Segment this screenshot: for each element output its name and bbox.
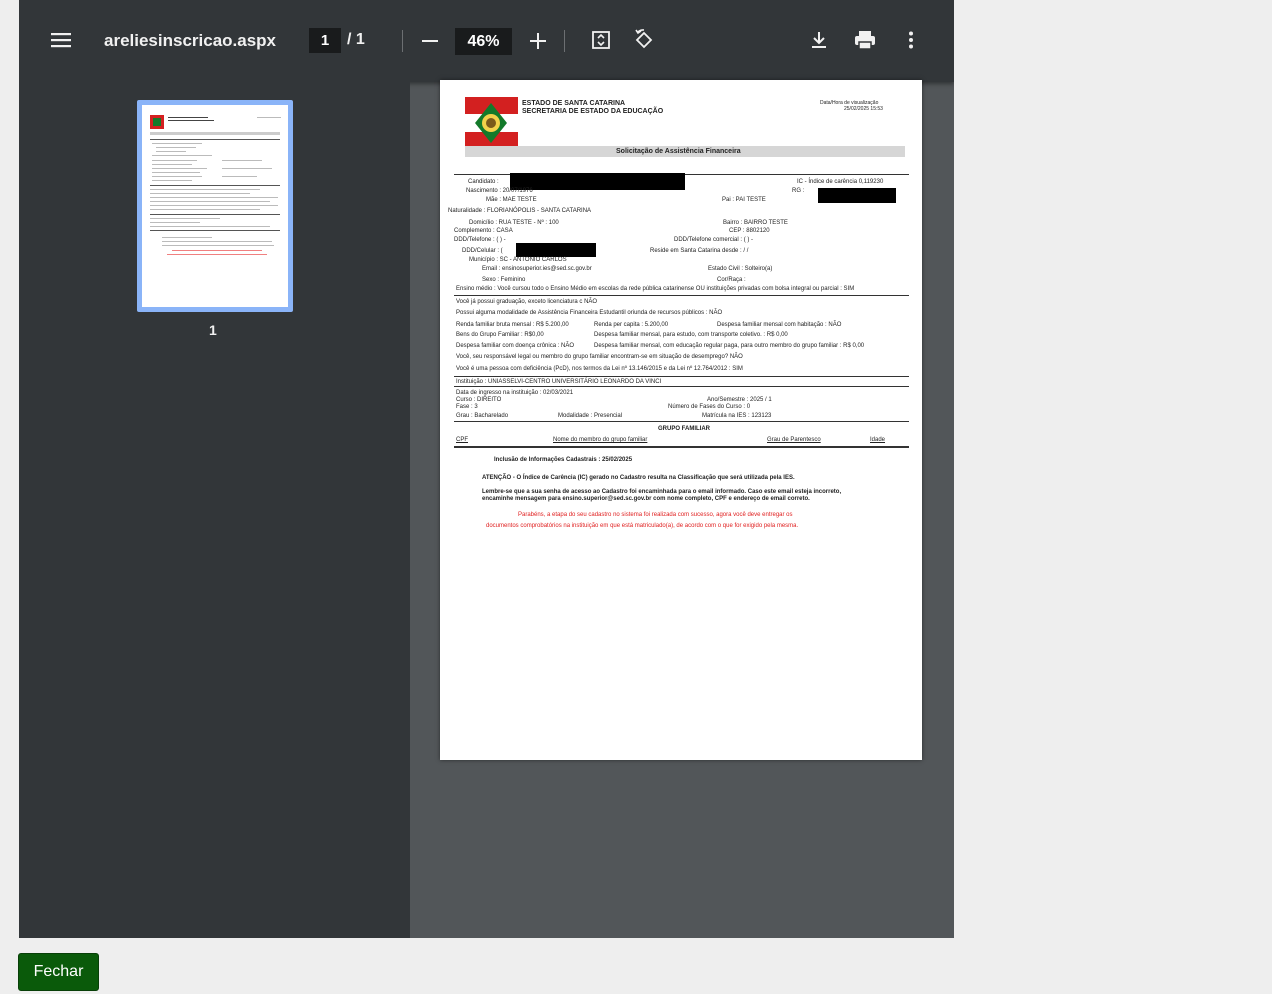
file-name: areliesinscricao.aspx — [104, 31, 277, 50]
field-cep: CEP : 8802120 — [729, 228, 770, 234]
field-despesa-habitacao: Despesa familiar mensal com habitação : … — [717, 322, 842, 328]
pdf-page: ESTADO DE SANTA CATARINA SECRETARIA DE E… — [440, 80, 922, 760]
org-name: ESTADO DE SANTA CATARINA — [522, 100, 626, 107]
field-celular: DDD/Celular : ( — [462, 248, 503, 254]
field-pcd: Você é uma pessoa com deficiência (PcD),… — [456, 366, 743, 372]
field-estado-civil: Estado Civil : Solteiro(a) — [708, 266, 773, 272]
grupo-familiar-title: GRUPO FAMILIAR — [658, 426, 710, 432]
field-modalidade-assistencia: Possui alguma modalidade de Assistência … — [456, 310, 723, 316]
field-nascimento: Nascimento : 20/07/1976 — [466, 188, 533, 194]
column-cpf: CPF — [456, 437, 468, 443]
field-email: Email : ensinosuperior.ies@sed.sc.gov.br — [482, 266, 592, 272]
field-naturalidade: Naturalidade : FLORIANÓPOLIS - SANTA CAT… — [448, 208, 592, 214]
column-nome: Nome do membro do grupo familiar — [553, 437, 648, 443]
field-pai: Pai : PAI TESTE — [722, 197, 766, 203]
thumbnail-sidebar: 1 — [19, 82, 410, 938]
zoom-level-input[interactable]: 46% — [455, 28, 512, 55]
page-thumbnail[interactable] — [137, 100, 293, 312]
download-icon[interactable] — [807, 28, 831, 52]
zoom-in-icon[interactable] — [527, 29, 549, 53]
redacted-block — [818, 188, 896, 203]
redacted-block — [510, 173, 685, 190]
field-instituicao: Instituição : UNIASSELVI-CENTRO UNIVERSI… — [456, 379, 662, 385]
field-grau: Grau : Bacharelado — [456, 413, 509, 419]
field-domicilio: Domicílio : RUA TESTE - Nº : 100 — [469, 220, 559, 226]
fit-page-icon[interactable] — [589, 28, 613, 52]
field-renda-capita: Renda per capita : 5.200,00 — [594, 322, 669, 328]
pdf-toolbar: areliesinscricao.aspx 1 / 1 46% — [19, 0, 954, 82]
field-mae: Mãe : MAE TESTE — [486, 197, 537, 203]
parabens-notice-line2: documentos comprobatórios na instituição… — [486, 523, 799, 529]
close-button[interactable]: Fechar — [18, 953, 99, 991]
org-department: SECRETARIA DE ESTADO DA EDUCAÇÃO — [522, 108, 664, 115]
field-graduacao: Você já possui graduação, exceto licenci… — [456, 299, 598, 305]
page-total: / 1 — [347, 31, 365, 48]
field-telefone-comercial: DDD/Telefone comercial : ( ) - — [674, 237, 754, 243]
column-grau-parentesco: Grau de Parentesco — [767, 437, 821, 443]
field-reside: Reside em Santa Catarina desde : / / — [650, 248, 749, 254]
field-complemento: Complemento : CASA — [454, 228, 513, 234]
thumbnail-page-number: 1 — [209, 322, 217, 338]
field-doenca-cronica: Despesa familiar com doença crônica : NÃ… — [456, 343, 575, 349]
lembre-notice-line2: encaminhe mensagem para ensino.superior@… — [482, 496, 810, 502]
field-despesa-educacao: Despesa familiar mensal, com educação re… — [594, 343, 865, 349]
lembre-notice-line1: Lembre-se que a sua senha de acesso ao C… — [482, 489, 842, 495]
section-title: Solicitação de Assistência Financeira — [616, 148, 741, 155]
field-numero-fases: Número de Fases do Curso : 0 — [668, 404, 751, 410]
field-rg: RG : — [792, 188, 805, 194]
parabens-notice-line1: Parabéns, a etapa do seu cadastro no sis… — [518, 512, 793, 518]
rotate-icon[interactable] — [631, 27, 657, 53]
field-renda: Renda familiar bruta mensal : R$ 5.200,0… — [456, 322, 569, 328]
field-telefone: DDD/Telefone : ( ) - — [454, 237, 506, 243]
field-bens: Bens do Grupo Familiar : R$0,00 — [456, 332, 544, 338]
field-ic: IC - Índice de carência 0,119230 — [797, 179, 884, 185]
zoom-out-icon[interactable] — [419, 29, 441, 53]
field-ano-semestre: Ano/Semestre : 2025 / 1 — [707, 397, 772, 403]
pdf-viewer: areliesinscricao.aspx 1 / 1 46% 1 ESTADO… — [19, 0, 954, 938]
field-matricula: Matrícula na IES : 123123 — [702, 413, 772, 419]
field-sexo: Sexo : Feminino — [482, 277, 526, 283]
toolbar-separator — [402, 30, 403, 52]
field-municipio: Município : SC - ANTONIO CARLOS — [469, 257, 567, 263]
field-desemprego: Você, seu responsável legal ou membro do… — [456, 354, 743, 360]
print-icon[interactable] — [852, 28, 878, 52]
inclusao-cadastral: Inclusão de Informações Cadastrais : 25/… — [494, 457, 633, 463]
field-fase: Fase : 3 — [456, 404, 478, 410]
field-modalidade: Modalidade : Presencial — [558, 413, 623, 419]
atencao-notice: ATENÇÃO - O Índice de Carência (IC) gera… — [482, 475, 795, 481]
datetime-value: 25/02/2025 15:53 — [844, 106, 883, 112]
more-options-icon[interactable] — [899, 28, 923, 52]
field-bairro: Bairro : BAIRRO TESTE — [723, 220, 788, 226]
thumbnail-preview — [142, 105, 288, 307]
menu-icon[interactable] — [49, 28, 73, 52]
column-idade: Idade — [870, 437, 886, 443]
page-number-input[interactable]: 1 — [309, 28, 341, 53]
santa-catarina-flag-logo — [465, 97, 518, 149]
redacted-block — [516, 243, 596, 257]
field-ensino-medio: Ensino médio : Você cursou todo o Ensino… — [456, 286, 855, 292]
field-despesa-transporte: Despesa familiar mensal, para estudo, co… — [594, 332, 788, 338]
field-cor: Cor/Raça : — [717, 277, 746, 283]
field-curso: Curso : DIREITO — [456, 397, 502, 403]
toolbar-separator — [564, 30, 565, 52]
field-candidato: Candidato : — [468, 179, 499, 185]
field-ingresso: Data de ingresso na instituição : 02/03/… — [456, 390, 574, 396]
